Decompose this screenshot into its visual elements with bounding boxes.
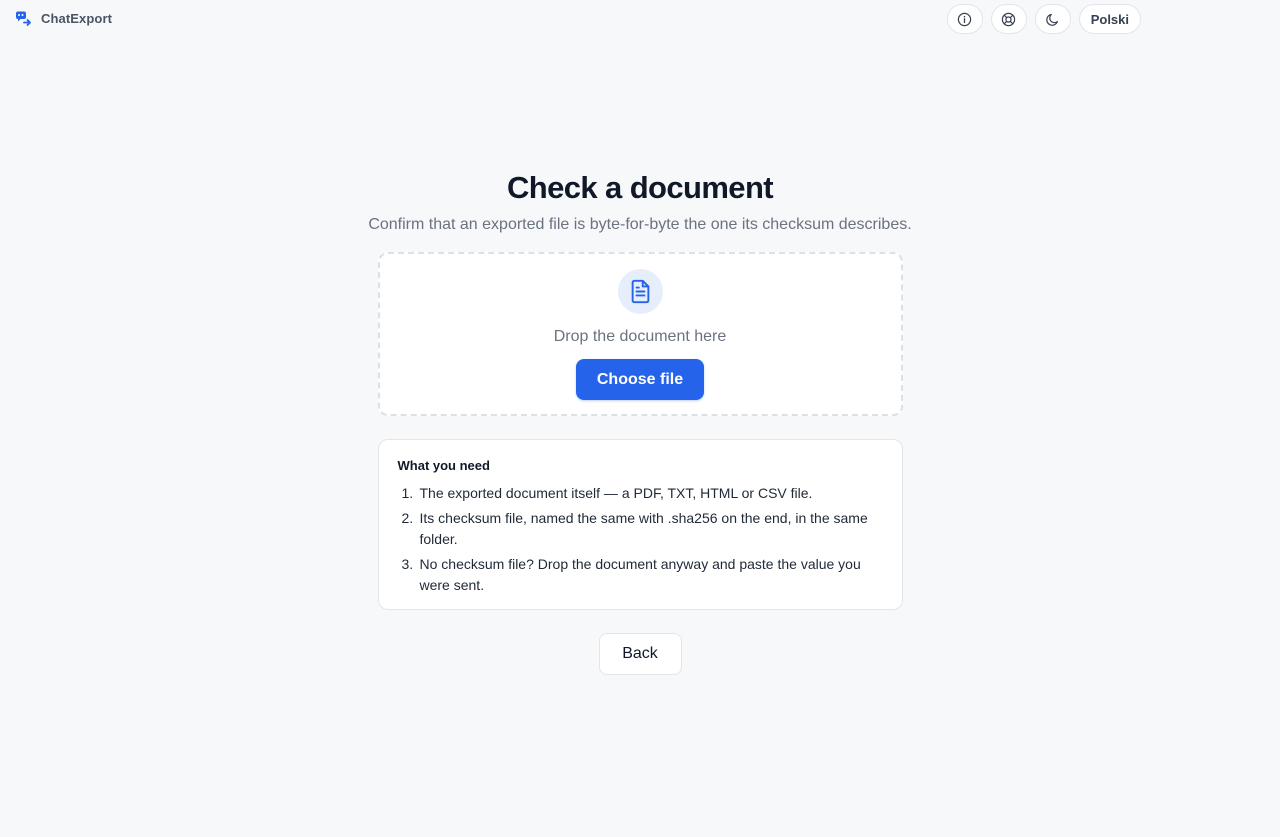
- list-item: 1. The exported document itself — a PDF,…: [398, 483, 883, 504]
- list-item-text: No checksum file? Drop the document anyw…: [419, 556, 861, 593]
- file-dropzone[interactable]: Drop the document here Choose file: [377, 252, 903, 416]
- header-actions: Polski: [946, 4, 1141, 34]
- back-button[interactable]: Back: [598, 633, 682, 675]
- main-content: Check a document Confirm that an exporte…: [0, 168, 1280, 675]
- requirements-card: What you need 1. The exported document i…: [377, 439, 903, 610]
- document-icon-badge: [617, 269, 663, 314]
- list-item-number: 3.: [401, 556, 414, 572]
- brand[interactable]: ChatExport: [15, 10, 112, 27]
- choose-file-button[interactable]: Choose file: [576, 359, 704, 400]
- info-button[interactable]: [946, 4, 983, 34]
- lifebuoy-icon: [1002, 12, 1016, 26]
- info-icon: [958, 12, 972, 26]
- requirements-title: What you need: [397, 458, 490, 473]
- list-item-text: The exported document itself — a PDF, TX…: [419, 485, 813, 501]
- list-item-number: 1.: [401, 485, 414, 501]
- theme-toggle-button[interactable]: [1034, 4, 1071, 34]
- moon-icon: [1046, 13, 1059, 26]
- page-title: Check a document: [506, 170, 774, 205]
- page-subtitle: Confirm that an exported file is byte-fo…: [368, 216, 912, 233]
- list-item: 3. No checksum file? Drop the document a…: [398, 554, 883, 596]
- list-item: 2. Its checksum file, named the same wit…: [398, 508, 883, 550]
- dropzone-text: Drop the document here: [553, 328, 727, 345]
- requirements-list: 1. The exported document itself — a PDF,…: [398, 483, 883, 596]
- list-item-text: Its checksum file, named the same with .…: [419, 510, 868, 547]
- top-bar: ChatExport Polski: [0, 0, 1280, 38]
- document-icon: [631, 279, 649, 304]
- chat-export-logo-icon: [16, 11, 31, 26]
- list-item-number: 2.: [401, 510, 414, 526]
- language-button[interactable]: Polski: [1078, 4, 1141, 34]
- help-button[interactable]: [990, 4, 1027, 34]
- app-name: ChatExport: [41, 11, 113, 26]
